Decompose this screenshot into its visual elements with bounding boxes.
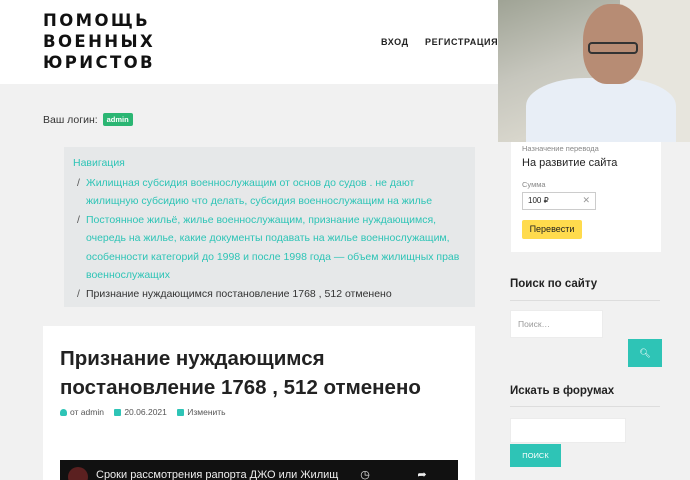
search-widget-title: Поиск по сайту [510,278,598,290]
login-status: Ваш логин: admin [43,113,133,126]
breadcrumb-link-subsidy[interactable]: Жилищная субсидия военнослужащим от осно… [86,177,432,208]
breadcrumb-item: / Жилищная субсидия военнослужащим от ос… [73,174,466,211]
breadcrumb-item-current: / Признание нуждающимся постановление 17… [73,285,466,304]
embedded-video[interactable]: Сроки рассмотрения рапорта ДЖО или Жилищ… [60,460,458,480]
video-title[interactable]: Сроки рассмотрения рапорта ДЖО или Жилищ [96,469,338,480]
divider [510,406,660,407]
site-logo[interactable]: ПОМОЩЬ ВОЕННЫХ ЮРИСТОВ [43,10,155,73]
divider [510,300,660,301]
login-label: Ваш логин: [43,114,98,126]
calendar-icon [114,408,122,416]
webcam-person-glasses [588,42,638,54]
breadcrumb-separator: / [77,213,80,226]
meta-date: 20.06.2021 [114,407,167,417]
clear-icon[interactable]: ✕ [582,195,590,206]
edit-link[interactable]: Изменить [187,407,225,417]
donate-button[interactable]: Перевести [522,220,582,239]
breadcrumb-title[interactable]: Навигация [73,154,466,173]
username-badge: admin [102,113,133,126]
donate-sum-value: 100 ₽ [528,196,549,205]
donate-purpose-label: Назначение перевода [522,144,599,153]
meta-edit: Изменить [177,407,226,417]
webcam-overlay [498,0,690,142]
logo-line-1: ПОМОЩЬ [43,11,151,30]
forum-search-title: Искать в форумах [510,385,615,397]
post-date: 20.06.2021 [124,407,167,417]
nav-register-link[interactable]: РЕГИСТРАЦИЯ [425,37,498,47]
article-card: Признание нуждающимся постановление 1768… [43,326,475,480]
logo-line-2: ВОЕННЫХ [43,32,156,51]
donate-sum-label: Сумма [522,180,546,189]
donate-purpose: На развитие сайта [522,157,618,169]
nav-login-link[interactable]: ВХОД [381,37,409,47]
breadcrumb-current: Признание нуждающимся постановление 1768… [86,287,392,300]
breadcrumb-separator: / [77,287,80,300]
logo-line-3: ЮРИСТОВ [43,53,156,72]
user-icon [60,408,67,416]
search-icon: 🔍︎ [639,348,651,358]
search-button[interactable]: 🔍︎ [628,339,662,367]
meta-author: от admin [60,407,104,417]
forum-search-button[interactable]: ПОИСК [510,444,561,467]
breadcrumb-link-housing[interactable]: Постоянное жильё, жилье военнослужащим, … [86,214,459,282]
author-link[interactable]: от admin [70,407,104,417]
webcam-person-body [526,78,676,142]
breadcrumb-separator: / [77,176,80,189]
breadcrumb: Навигация / Жилищная субсидия военнослуж… [64,147,475,307]
breadcrumb-item: / Постоянное жильё, жилье военнослужащим… [73,211,466,285]
donate-widget: Назначение перевода На развитие сайта Су… [511,142,661,252]
page-title: Признание нуждающимся постановление 1768… [60,347,421,399]
edit-icon [177,408,185,416]
donate-sum-field[interactable]: 100 ₽ ✕ [522,192,596,210]
watch-later-icon[interactable]: ◷ [358,468,372,480]
share-icon[interactable]: ➦ [415,468,429,480]
search-input[interactable]: Поиск… [510,310,603,338]
channel-avatar[interactable] [68,467,88,480]
site-header: ПОМОЩЬ ВОЕННЫХ ЮРИСТОВ ВХОД РЕГИСТРАЦИЯ [0,0,500,84]
post-meta: от admin 20.06.2021 Изменить [60,407,234,418]
forum-search-input[interactable] [510,418,626,443]
